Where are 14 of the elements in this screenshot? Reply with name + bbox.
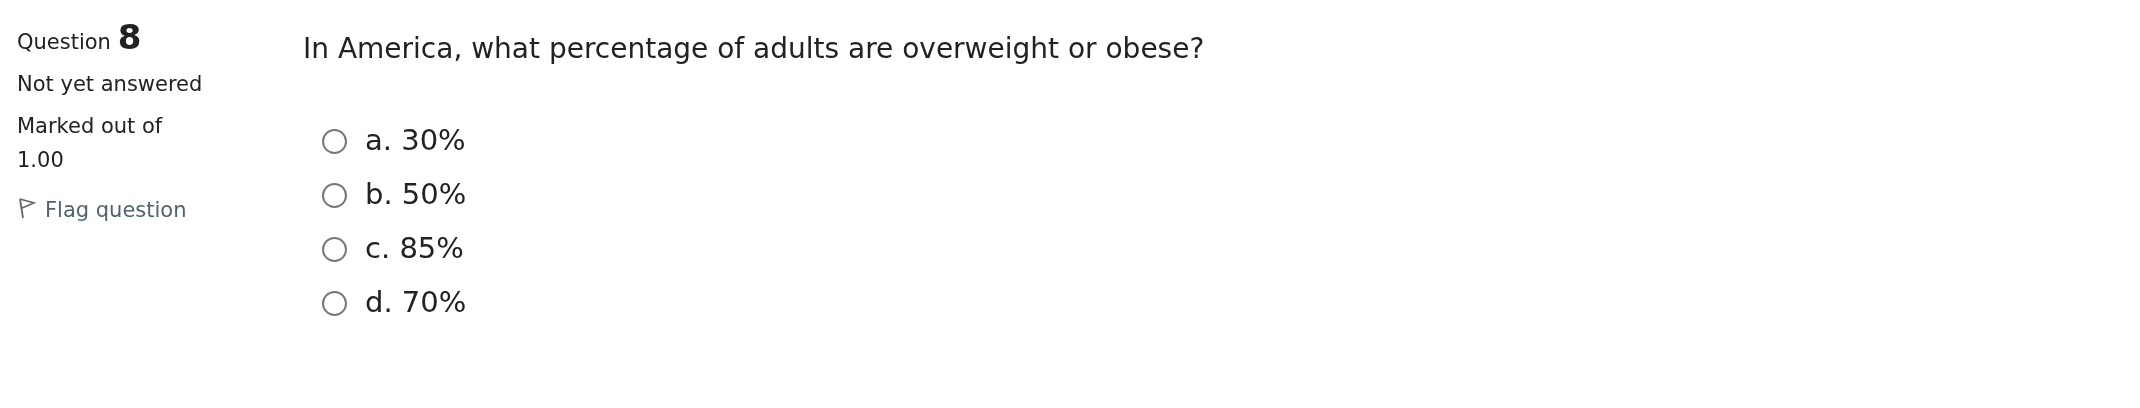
flag-link[interactable]: Flag question [17, 193, 207, 227]
question-text: In America, what percentage of adults are overweight or obese? [303, 31, 1205, 67]
radio-button[interactable] [322, 128, 347, 154]
mark-text: Marked out of 1.00 [17, 113, 164, 174]
option-label: c. 85% [365, 230, 464, 268]
question-number: 8 [117, 17, 142, 57]
radio-button[interactable] [322, 236, 347, 262]
question-label: Question [17, 30, 111, 54]
radio-button[interactable] [322, 290, 347, 316]
status-text: Not yet answered [17, 71, 204, 98]
option-label: b. 50% [365, 176, 467, 214]
radio-button[interactable] [322, 182, 347, 208]
option-label: d. 70% [365, 284, 467, 322]
option-label: a. 30% [365, 122, 466, 160]
